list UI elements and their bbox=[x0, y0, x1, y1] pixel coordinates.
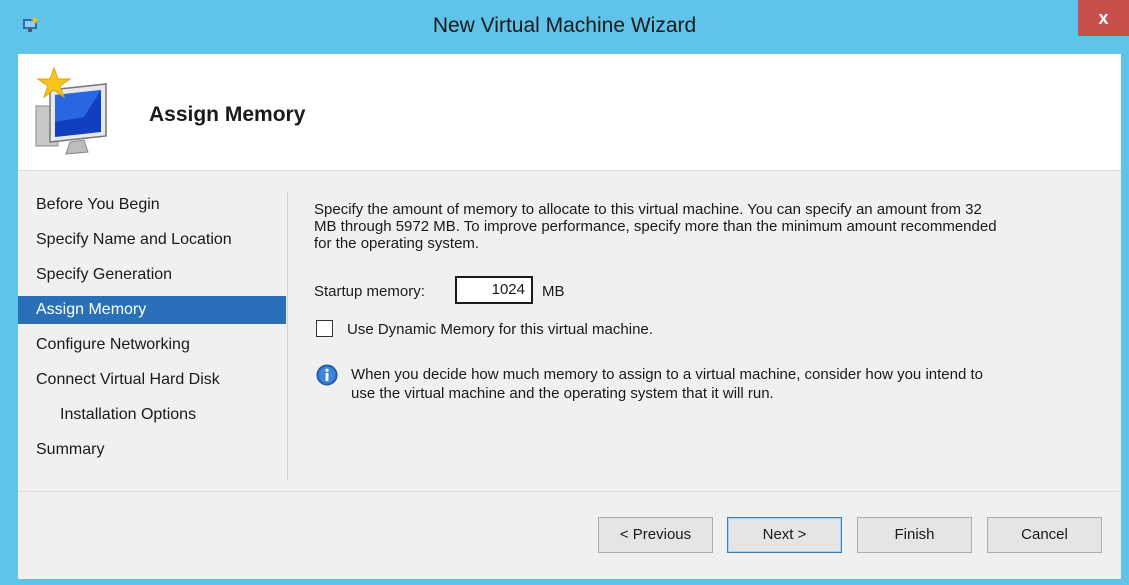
nav-item-specify-generation[interactable]: Specify Generation bbox=[18, 261, 286, 289]
monitor-star-icon bbox=[35, 66, 107, 155]
title-bar: New Virtual Machine Wizard x bbox=[0, 0, 1129, 54]
dynamic-memory-label[interactable]: Use Dynamic Memory for this virtual mach… bbox=[347, 321, 653, 338]
startup-memory-input[interactable]: 1024 bbox=[455, 276, 533, 304]
next-button[interactable]: Next > bbox=[727, 517, 842, 553]
nav-item-assign-memory[interactable]: Assign Memory bbox=[18, 296, 286, 324]
close-button[interactable]: x bbox=[1078, 0, 1129, 36]
window-title: New Virtual Machine Wizard bbox=[432, 14, 697, 37]
nav-divider bbox=[287, 192, 288, 480]
nav-item-configure-networking[interactable]: Configure Networking bbox=[18, 331, 286, 359]
wizard-client-area: Assign Memory Before You Begin Specify N… bbox=[18, 54, 1121, 579]
description-line-1: Specify the amount of memory to allocate… bbox=[314, 201, 982, 218]
nav-item-summary[interactable]: Summary bbox=[18, 436, 286, 464]
cancel-button[interactable]: Cancel bbox=[987, 517, 1102, 553]
nav-item-installation-options[interactable]: Installation Options bbox=[18, 401, 286, 429]
startup-memory-label: Startup memory: bbox=[314, 283, 425, 300]
wizard-window: New Virtual Machine Wizard x Assign Memo… bbox=[0, 0, 1129, 585]
nav-item-connect-virtual-hard-disk[interactable]: Connect Virtual Hard Disk bbox=[18, 366, 286, 394]
info-line-2: use the virtual machine and the operatin… bbox=[351, 385, 774, 402]
description-line-2: MB through 5972 MB. To improve performan… bbox=[314, 218, 997, 235]
finish-button[interactable]: Finish bbox=[857, 517, 972, 553]
nav-item-before-you-begin[interactable]: Before You Begin bbox=[18, 191, 286, 219]
dynamic-memory-checkbox[interactable] bbox=[316, 320, 333, 337]
info-line-1: When you decide how much memory to assig… bbox=[351, 366, 983, 383]
wizard-steps-nav: Before You Begin Specify Name and Locati… bbox=[18, 191, 290, 481]
footer-separator bbox=[18, 491, 1121, 492]
info-text: When you decide how much memory to assig… bbox=[351, 365, 1091, 403]
page-title: Assign Memory bbox=[149, 103, 306, 126]
description-block: Specify the amount of memory to allocate… bbox=[314, 201, 1104, 252]
wizard-header: Assign Memory bbox=[18, 54, 1121, 171]
previous-button[interactable]: < Previous bbox=[598, 517, 713, 553]
info-icon bbox=[316, 364, 338, 386]
startup-memory-unit: MB bbox=[542, 283, 565, 300]
startup-memory-row: Startup memory: 1024 MB bbox=[314, 276, 714, 306]
dynamic-memory-row: Use Dynamic Memory for this virtual mach… bbox=[316, 320, 816, 340]
nav-item-specify-name-location[interactable]: Specify Name and Location bbox=[18, 226, 286, 254]
description-line-3: for the operating system. bbox=[314, 235, 480, 252]
